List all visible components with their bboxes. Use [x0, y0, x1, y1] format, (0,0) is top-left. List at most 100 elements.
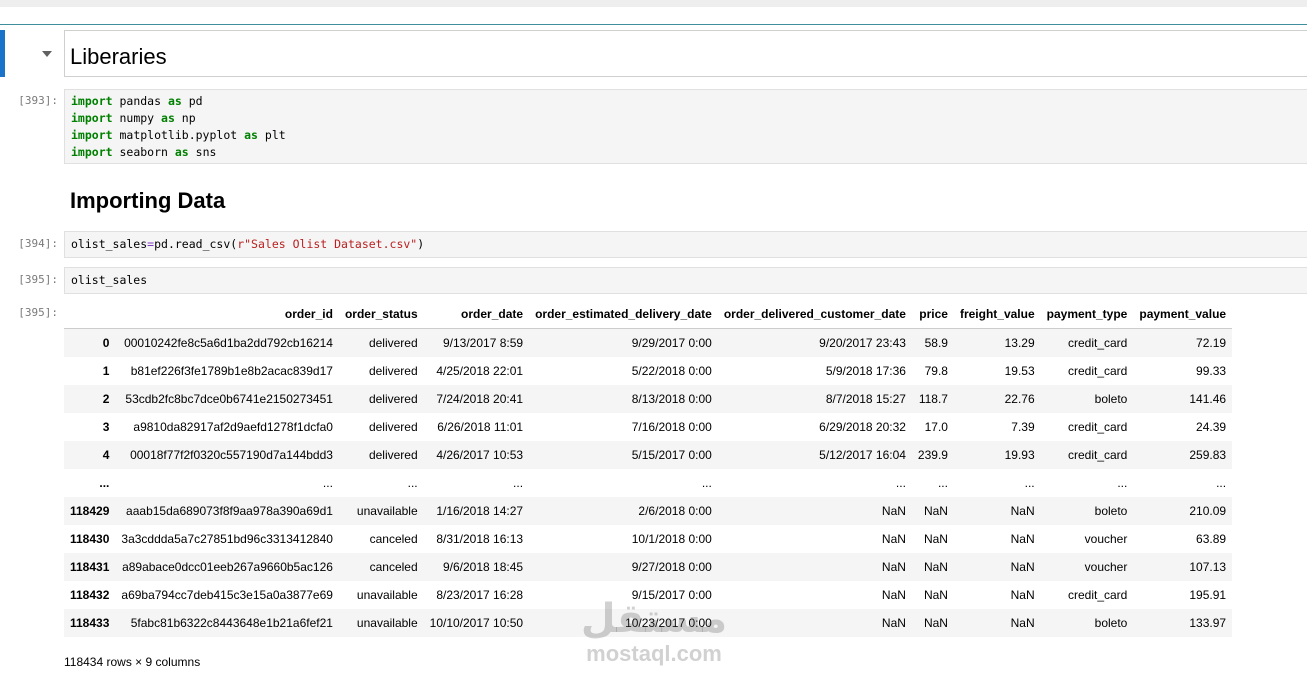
table-cell: NaN [923, 616, 948, 630]
table-cell: 1/16/2018 14:27 [436, 504, 524, 518]
table-cell: NaN [1010, 560, 1035, 574]
table-cell: ... [937, 476, 948, 490]
table-cell: 133.97 [1189, 616, 1227, 630]
column-header: order_date [423, 300, 530, 329]
table-cell: 5fabc81b6322c8443648e1b21a6fef21 [130, 616, 333, 630]
heading-importing-data: Importing Data [70, 188, 226, 213]
table-cell: ... [895, 476, 906, 490]
table-cell: 9/20/2017 23:43 [819, 336, 906, 350]
table-cell: 141.46 [1189, 392, 1227, 406]
table-cell: voucher [1084, 560, 1128, 574]
table-cell: unavailable [356, 504, 418, 518]
table-cell: 4/25/2018 22:01 [436, 364, 524, 378]
table-cell: voucher [1084, 532, 1128, 546]
table-cell: 2/6/2018 0:00 [638, 504, 712, 518]
code-line: import pandas as pd [71, 94, 203, 108]
table-cell: 53cdb2fc8bc7dce0b6741e2150273451 [125, 392, 333, 406]
table-cell: ... [322, 476, 333, 490]
table-cell: boleto [1094, 504, 1128, 518]
code-line: import matplotlib.pyplot as plt [71, 128, 286, 142]
table-cell: 259.83 [1189, 448, 1227, 462]
table-cell: 17.0 [924, 420, 948, 434]
table-row: 118429 aaab15da689073f8f9aa978a390a69d1 un… [64, 497, 1233, 525]
table-cell: 79.8 [924, 364, 948, 378]
mostaql-watermark: مستقل mostaql.com [580, 596, 728, 666]
table-cell: ... [1024, 476, 1035, 490]
column-header: order_estimated_delivery_date [529, 300, 718, 329]
window-top-strip [0, 0, 1307, 7]
table-cell: credit_card [1067, 448, 1128, 462]
table-cell: NaN [1010, 532, 1035, 546]
table-cell: 195.91 [1189, 588, 1227, 602]
row-index: 0 [102, 336, 110, 350]
column-header: order_delivered_customer_date [717, 300, 912, 329]
table-header-row: order_id order_status order_date order_e… [64, 300, 1233, 329]
table-cell: 5/9/2018 17:36 [825, 364, 906, 378]
table-cell: 10/10/2017 10:50 [429, 616, 524, 630]
table-row: 0 00010242fe8c5a6d1ba2dd792cb16214 deliver… [64, 328, 1233, 357]
table-cell: NaN [1010, 588, 1035, 602]
row-index: 118429 [70, 504, 110, 518]
table-cell: 4/26/2017 10:53 [436, 448, 524, 462]
table-cell: 13.29 [1004, 336, 1035, 350]
table-cell: credit_card [1067, 364, 1128, 378]
table-cell: 107.13 [1189, 560, 1227, 574]
table-cell: delivered [368, 448, 418, 462]
row-index: 4 [102, 448, 110, 462]
cell-prompt-395: [395]: [18, 273, 58, 286]
table-cell: 00018f77f2f0320c557190d7a144bdd3 [130, 448, 333, 462]
table-row: 4 00018f77f2f0320c557190d7a144bdd3 deliver… [64, 441, 1233, 469]
dataframe-table: order_id order_status order_date order_e… [64, 300, 1233, 637]
table-cell: ... [407, 476, 418, 490]
column-header: order_id [115, 300, 339, 329]
code-cell-show-df[interactable]: olist_sales [64, 267, 1307, 294]
table-cell: a69ba794cc7deb415c3e15a0a3877e69 [121, 588, 333, 602]
table-cell: ... [1117, 476, 1128, 490]
table-cell: 210.09 [1189, 504, 1227, 518]
table-cell: 7.39 [1011, 420, 1035, 434]
table-cell: delivered [368, 392, 418, 406]
code-cell-imports[interactable]: import pandas as pd import numpy as np i… [64, 89, 1307, 164]
row-index: ... [99, 476, 110, 490]
table-cell: ... [513, 476, 524, 490]
table-cell: 8/7/2018 15:27 [825, 392, 906, 406]
column-header: freight_value [953, 300, 1041, 329]
table-cell: NaN [1010, 504, 1035, 518]
table-cell: NaN [881, 588, 906, 602]
table-cell: 118.7 [918, 392, 948, 406]
table-cell: 9/13/2017 8:59 [442, 336, 524, 350]
table-row: 1 b81ef226f3fe1789b1e8b2acac839d17 deliver… [64, 357, 1233, 385]
table-cell: 72.19 [1196, 336, 1227, 350]
column-header: order_status [338, 300, 424, 329]
code-cell-read-csv[interactable]: olist_sales=pd.read_csv(r"Sales Olist Da… [64, 231, 1307, 258]
table-cell: canceled [369, 532, 418, 546]
row-index: 118431 [70, 560, 110, 574]
table-cell: 3a3cddda5a7c27851bd96c3313412840 [121, 532, 333, 546]
table-cell: NaN [881, 560, 906, 574]
table-cell: 7/24/2018 20:41 [436, 392, 524, 406]
table-cell: 5/22/2018 0:00 [631, 364, 712, 378]
code-line: import numpy as np [71, 111, 196, 125]
table-cell: 6/29/2018 20:32 [819, 420, 906, 434]
row-index: 1 [102, 364, 110, 378]
collapse-heading-icon[interactable] [42, 51, 52, 57]
table-cell: b81ef226f3fe1789b1e8b2acac839d17 [130, 364, 333, 378]
table-cell: ... [701, 476, 712, 490]
table-cell: NaN [881, 504, 906, 518]
markdown-cell-libraries[interactable] [64, 30, 1307, 77]
table-cell: a9810da82917af2d9aefd1278f1dcfa0 [133, 420, 333, 434]
table-cell: 9/6/2018 18:45 [442, 560, 524, 574]
table-cell: a89abace0dcc01eeb267a9660b5ac126 [122, 560, 333, 574]
table-cell: NaN [881, 616, 906, 630]
table-cell: 58.9 [924, 336, 948, 350]
table-cell: NaN [923, 504, 948, 518]
table-row: .............................. [64, 469, 1233, 497]
selected-cell-indicator [0, 30, 5, 77]
table-cell: 9/27/2018 0:00 [631, 560, 712, 574]
table-cell: credit_card [1067, 420, 1128, 434]
table-cell: NaN [923, 532, 948, 546]
row-index: 2 [102, 392, 110, 406]
table-cell: NaN [1010, 616, 1035, 630]
table-cell: delivered [368, 420, 418, 434]
table-cell: 8/13/2018 0:00 [631, 392, 712, 406]
